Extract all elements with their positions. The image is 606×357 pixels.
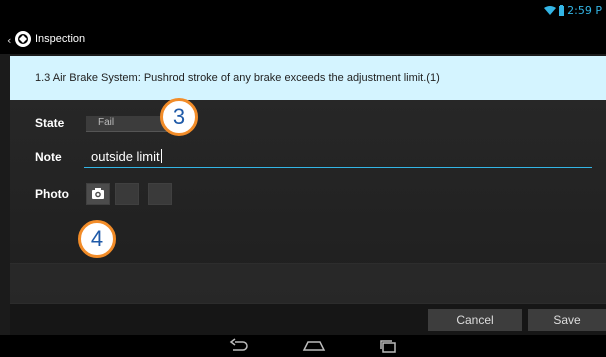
app-title: Inspection: [35, 33, 86, 45]
navigation-bar: [0, 335, 606, 357]
status-bar: 2:59 P: [0, 0, 606, 24]
photo-slot-1[interactable]: [115, 183, 139, 205]
back-icon[interactable]: [228, 338, 250, 354]
battery-icon: [559, 5, 565, 16]
status-indicators: 2:59 P: [544, 4, 602, 17]
state-label: State: [35, 116, 65, 130]
note-label: Note: [35, 150, 62, 164]
inspection-form: State Fail Note outside limit Photo: [10, 100, 606, 304]
status-time: 2:59 P: [567, 4, 602, 17]
inspection-item-text: 1.3 Air Brake System: Pushrod stroke of …: [35, 72, 440, 84]
back-chevron-icon[interactable]: ‹: [7, 34, 11, 47]
button-bar: Cancel Save: [10, 303, 606, 336]
wifi-icon: [544, 5, 557, 15]
text-cursor: [160, 149, 162, 163]
note-input[interactable]: outside limit: [84, 149, 592, 168]
photo-label: Photo: [35, 187, 69, 201]
recent-apps-icon[interactable]: [378, 338, 398, 354]
inspection-item-banner: 1.3 Air Brake System: Pushrod stroke of …: [10, 56, 606, 100]
home-icon[interactable]: [302, 338, 326, 354]
cancel-button[interactable]: Cancel: [428, 309, 522, 331]
callout-3: 3: [160, 98, 198, 136]
state-value: Fail: [98, 117, 115, 128]
callout-4: 4: [78, 220, 116, 258]
photo-slot-2[interactable]: [148, 183, 172, 205]
camera-icon: [92, 188, 104, 199]
note-value: outside limit: [91, 149, 162, 164]
footer-band: [10, 263, 606, 304]
camera-button[interactable]: [86, 183, 110, 205]
action-bar: ‹ Inspection: [0, 24, 606, 54]
inspection-logo-icon[interactable]: [13, 30, 33, 48]
save-button[interactable]: Save: [528, 309, 606, 331]
